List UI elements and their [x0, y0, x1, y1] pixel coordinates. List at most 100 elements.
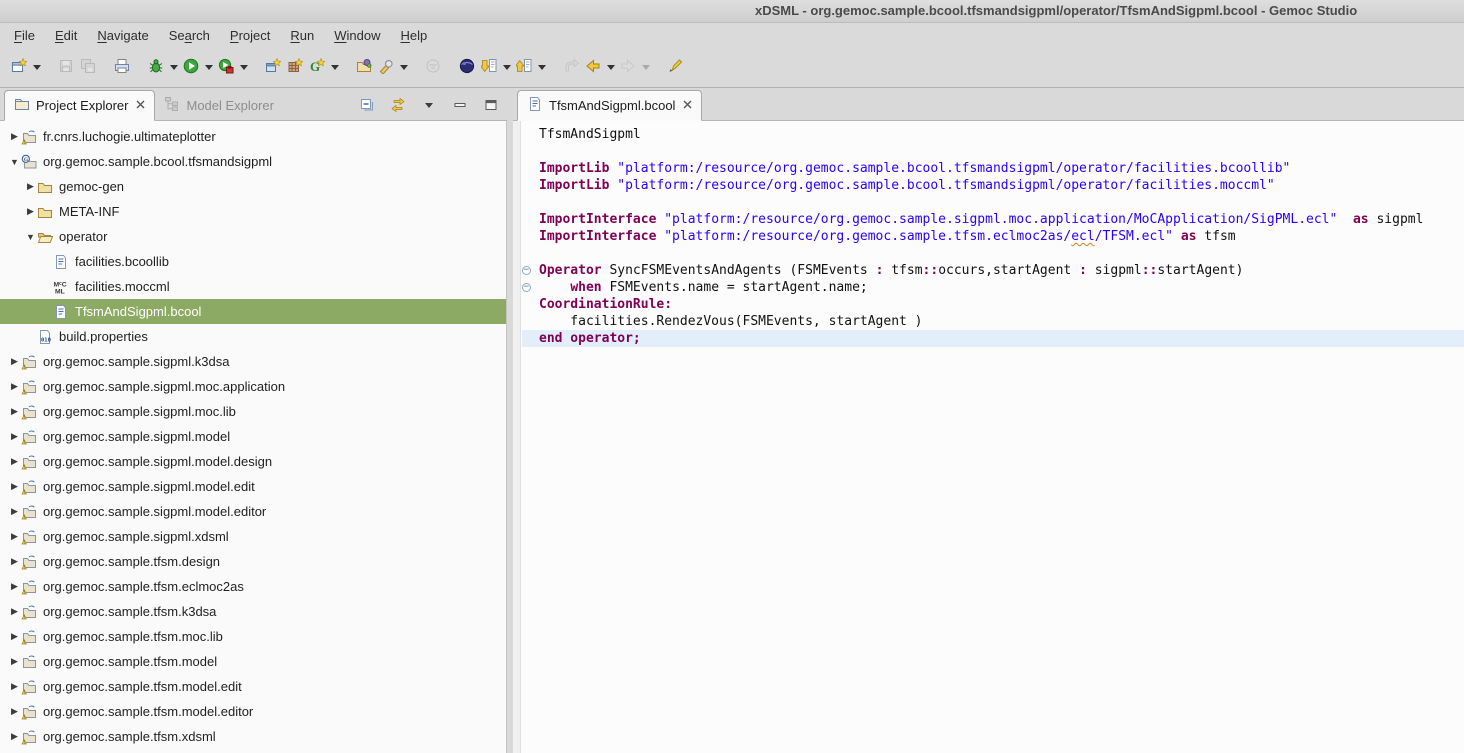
code-line-11[interactable]: CoordinationRule:: [522, 296, 1464, 313]
menu-edit[interactable]: Edit: [45, 25, 87, 46]
external-tools-button[interactable]: [215, 54, 237, 80]
tree-item-fr-cnrs-luchogie-ultimateplotter[interactable]: ▶!fr.cnrs.luchogie.ultimateplotter: [0, 124, 506, 149]
menu-help[interactable]: Help: [390, 25, 437, 46]
back-dropdown[interactable]: [604, 54, 617, 80]
expand-arrow-icon[interactable]: ▶: [8, 481, 21, 492]
expand-arrow-icon[interactable]: ▶: [8, 606, 21, 617]
tree-item-org-gemoc-sample-sigpml-moc-lib[interactable]: ▶!org.gemoc.sample.sigpml.moc.lib: [0, 399, 506, 424]
tab-close-icon[interactable]: [134, 100, 145, 112]
external-tools-dropdown[interactable]: [237, 54, 250, 80]
web-browser-button[interactable]: [456, 54, 478, 80]
expand-arrow-icon[interactable]: ▶: [8, 706, 21, 717]
code-line-7[interactable]: ImportInterface "platform:/resource/org.…: [522, 228, 1464, 245]
tree-item-meta-inf[interactable]: ▶META-INF: [0, 199, 506, 224]
new-wizard-dropdown[interactable]: [30, 54, 43, 80]
tree-item-org-gemoc-sample-sigpml-model[interactable]: ▶!org.gemoc.sample.sigpml.model: [0, 424, 506, 449]
previous-annotation-dropdown[interactable]: [535, 54, 548, 80]
menu-navigate[interactable]: Navigate: [87, 25, 158, 46]
minimize-button[interactable]: [451, 96, 468, 113]
tree-item-facilities-bcoollib[interactable]: facilities.bcoollib: [0, 249, 506, 274]
print-button[interactable]: [111, 54, 133, 80]
expand-arrow-icon[interactable]: ▶: [8, 531, 21, 542]
tree-item-org-gemoc-sample-sigpml-xdsml[interactable]: ▶!org.gemoc.sample.sigpml.xdsml: [0, 524, 506, 549]
previous-annotation-button[interactable]: [513, 54, 535, 80]
back-button[interactable]: [582, 54, 604, 80]
code-editor[interactable]: TfsmAndSigpml ImportLib "platform:/resour…: [513, 121, 1464, 753]
expand-arrow-icon[interactable]: ▶: [8, 656, 21, 667]
highlighter-button[interactable]: [664, 54, 686, 80]
project-tree[interactable]: ▶!fr.cnrs.luchogie.ultimateplotter▼Gorg.…: [0, 121, 507, 753]
menu-search[interactable]: Search: [159, 25, 220, 46]
tree-item-org-gemoc-sample-tfsm-design[interactable]: ▶!org.gemoc.sample.tfsm.design: [0, 549, 506, 574]
tree-item-org-gemoc-sample-tfsm-model-edit[interactable]: ▶!org.gemoc.sample.tfsm.model.edit: [0, 674, 506, 699]
run-button[interactable]: [180, 54, 202, 80]
view-menu-button[interactable]: [420, 96, 437, 113]
tree-item-operator[interactable]: ▼operator: [0, 224, 506, 249]
next-annotation-button[interactable]: [478, 54, 500, 80]
tree-item-org-gemoc-sample-tfsm-model[interactable]: ▶org.gemoc.sample.tfsm.model: [0, 649, 506, 674]
expand-arrow-icon[interactable]: ▶: [8, 631, 21, 642]
expand-arrow-icon[interactable]: ▶: [8, 356, 21, 367]
expand-arrow-icon[interactable]: ▶: [8, 681, 21, 692]
code-line-2[interactable]: [522, 143, 1464, 160]
code-line-8[interactable]: [522, 245, 1464, 262]
menu-window[interactable]: Window: [324, 25, 390, 46]
expand-arrow-icon[interactable]: ▶: [24, 181, 37, 192]
new-class-button[interactable]: G: [306, 54, 328, 80]
editor-tab-tfsmandsigpml-bcool[interactable]: TfsmAndSigpml.bcool: [517, 90, 702, 121]
tree-item-build-properties[interactable]: 010build.properties: [0, 324, 506, 349]
tree-item-org-gemoc-sample-sigpml-moc-application[interactable]: ▶!org.gemoc.sample.sigpml.moc.applicatio…: [0, 374, 506, 399]
new-package-button[interactable]: [284, 54, 306, 80]
expand-arrow-icon[interactable]: ▶: [24, 206, 37, 217]
menu-project[interactable]: Project: [220, 25, 280, 46]
collapse-arrow-icon[interactable]: ▼: [8, 157, 21, 167]
code-line-6[interactable]: ImportInterface "platform:/resource/org.…: [522, 211, 1464, 228]
open-artifact-button[interactable]: [353, 54, 375, 80]
expand-arrow-icon[interactable]: ▶: [8, 131, 21, 142]
new-class-dropdown[interactable]: [328, 54, 341, 80]
tree-item-org-gemoc-sample-sigpml-model-edit[interactable]: ▶!org.gemoc.sample.sigpml.model.edit: [0, 474, 506, 499]
new-modeling-project-button[interactable]: [262, 54, 284, 80]
expand-arrow-icon[interactable]: ▶: [8, 431, 21, 442]
menu-run[interactable]: Run: [280, 25, 324, 46]
collapse-all-button[interactable]: [358, 96, 375, 113]
link-with-editor-button[interactable]: [389, 96, 406, 113]
tree-item-org-gemoc-sample-bcool-tfsmandsigpml[interactable]: ▼Gorg.gemoc.sample.bcool.tfsmandsigpml: [0, 149, 506, 174]
search-torch-button[interactable]: [375, 54, 397, 80]
next-annotation-dropdown[interactable]: [500, 54, 513, 80]
debug-dropdown[interactable]: [167, 54, 180, 80]
fold-collapse-icon[interactable]: −: [522, 279, 536, 296]
code-line-3[interactable]: ImportLib "platform:/resource/org.gemoc.…: [522, 160, 1464, 177]
code-line-1[interactable]: TfsmAndSigpml: [522, 126, 1464, 143]
expand-arrow-icon[interactable]: ▶: [8, 581, 21, 592]
maximize-button[interactable]: [482, 96, 499, 113]
tree-item-org-gemoc-sample-sigpml-model-editor[interactable]: ▶!org.gemoc.sample.sigpml.model.editor: [0, 499, 506, 524]
search-torch-dropdown[interactable]: [397, 54, 410, 80]
explorer-tab-model-explorer[interactable]: Model Explorer: [155, 90, 282, 121]
tree-item-org-gemoc-sample-tfsm-xdsml[interactable]: ▶!org.gemoc.sample.tfsm.xdsml: [0, 724, 506, 749]
explorer-tab-project-explorer[interactable]: Project Explorer: [4, 90, 155, 121]
expand-arrow-icon[interactable]: ▶: [8, 556, 21, 567]
code-line-5[interactable]: [522, 194, 1464, 211]
new-wizard-button[interactable]: [8, 54, 30, 80]
tree-item-tfsmandsigpml-bcool[interactable]: TfsmAndSigpml.bcool: [0, 299, 506, 324]
tree-item-org-gemoc-sample-tfsm-moc-lib[interactable]: ▶!org.gemoc.sample.tfsm.moc.lib: [0, 624, 506, 649]
tree-item-org-gemoc-sample-sigpml-k3dsa[interactable]: ▶!org.gemoc.sample.sigpml.k3dsa: [0, 349, 506, 374]
expand-arrow-icon[interactable]: ▶: [8, 381, 21, 392]
tree-item-gemoc-gen[interactable]: ▶gemoc-gen: [0, 174, 506, 199]
tab-close-icon[interactable]: [681, 100, 692, 112]
code-line-10[interactable]: − when FSMEvents.name = startAgent.name;: [522, 279, 1464, 296]
run-dropdown[interactable]: [202, 54, 215, 80]
code-line-12[interactable]: facilities.RendezVous(FSMEvents, startAg…: [522, 313, 1464, 330]
tree-item-org-gemoc-sample-tfsm-eclmoc2as[interactable]: ▶!org.gemoc.sample.tfsm.eclmoc2as: [0, 574, 506, 599]
expand-arrow-icon[interactable]: ▶: [8, 456, 21, 467]
expand-arrow-icon[interactable]: ▶: [8, 506, 21, 517]
expand-arrow-icon[interactable]: ▶: [8, 731, 21, 742]
tree-item-org-gemoc-sample-tfsm-k3dsa[interactable]: ▶!org.gemoc.sample.tfsm.k3dsa: [0, 599, 506, 624]
expand-arrow-icon[interactable]: ▶: [8, 406, 21, 417]
collapse-arrow-icon[interactable]: ▼: [24, 232, 37, 242]
debug-button[interactable]: [145, 54, 167, 80]
fold-collapse-icon[interactable]: −: [522, 262, 536, 279]
tree-item-facilities-moccml[interactable]: MᶜCMLfacilities.moccml: [0, 274, 506, 299]
tree-item-org-gemoc-sample-sigpml-model-design[interactable]: ▶!org.gemoc.sample.sigpml.model.design: [0, 449, 506, 474]
